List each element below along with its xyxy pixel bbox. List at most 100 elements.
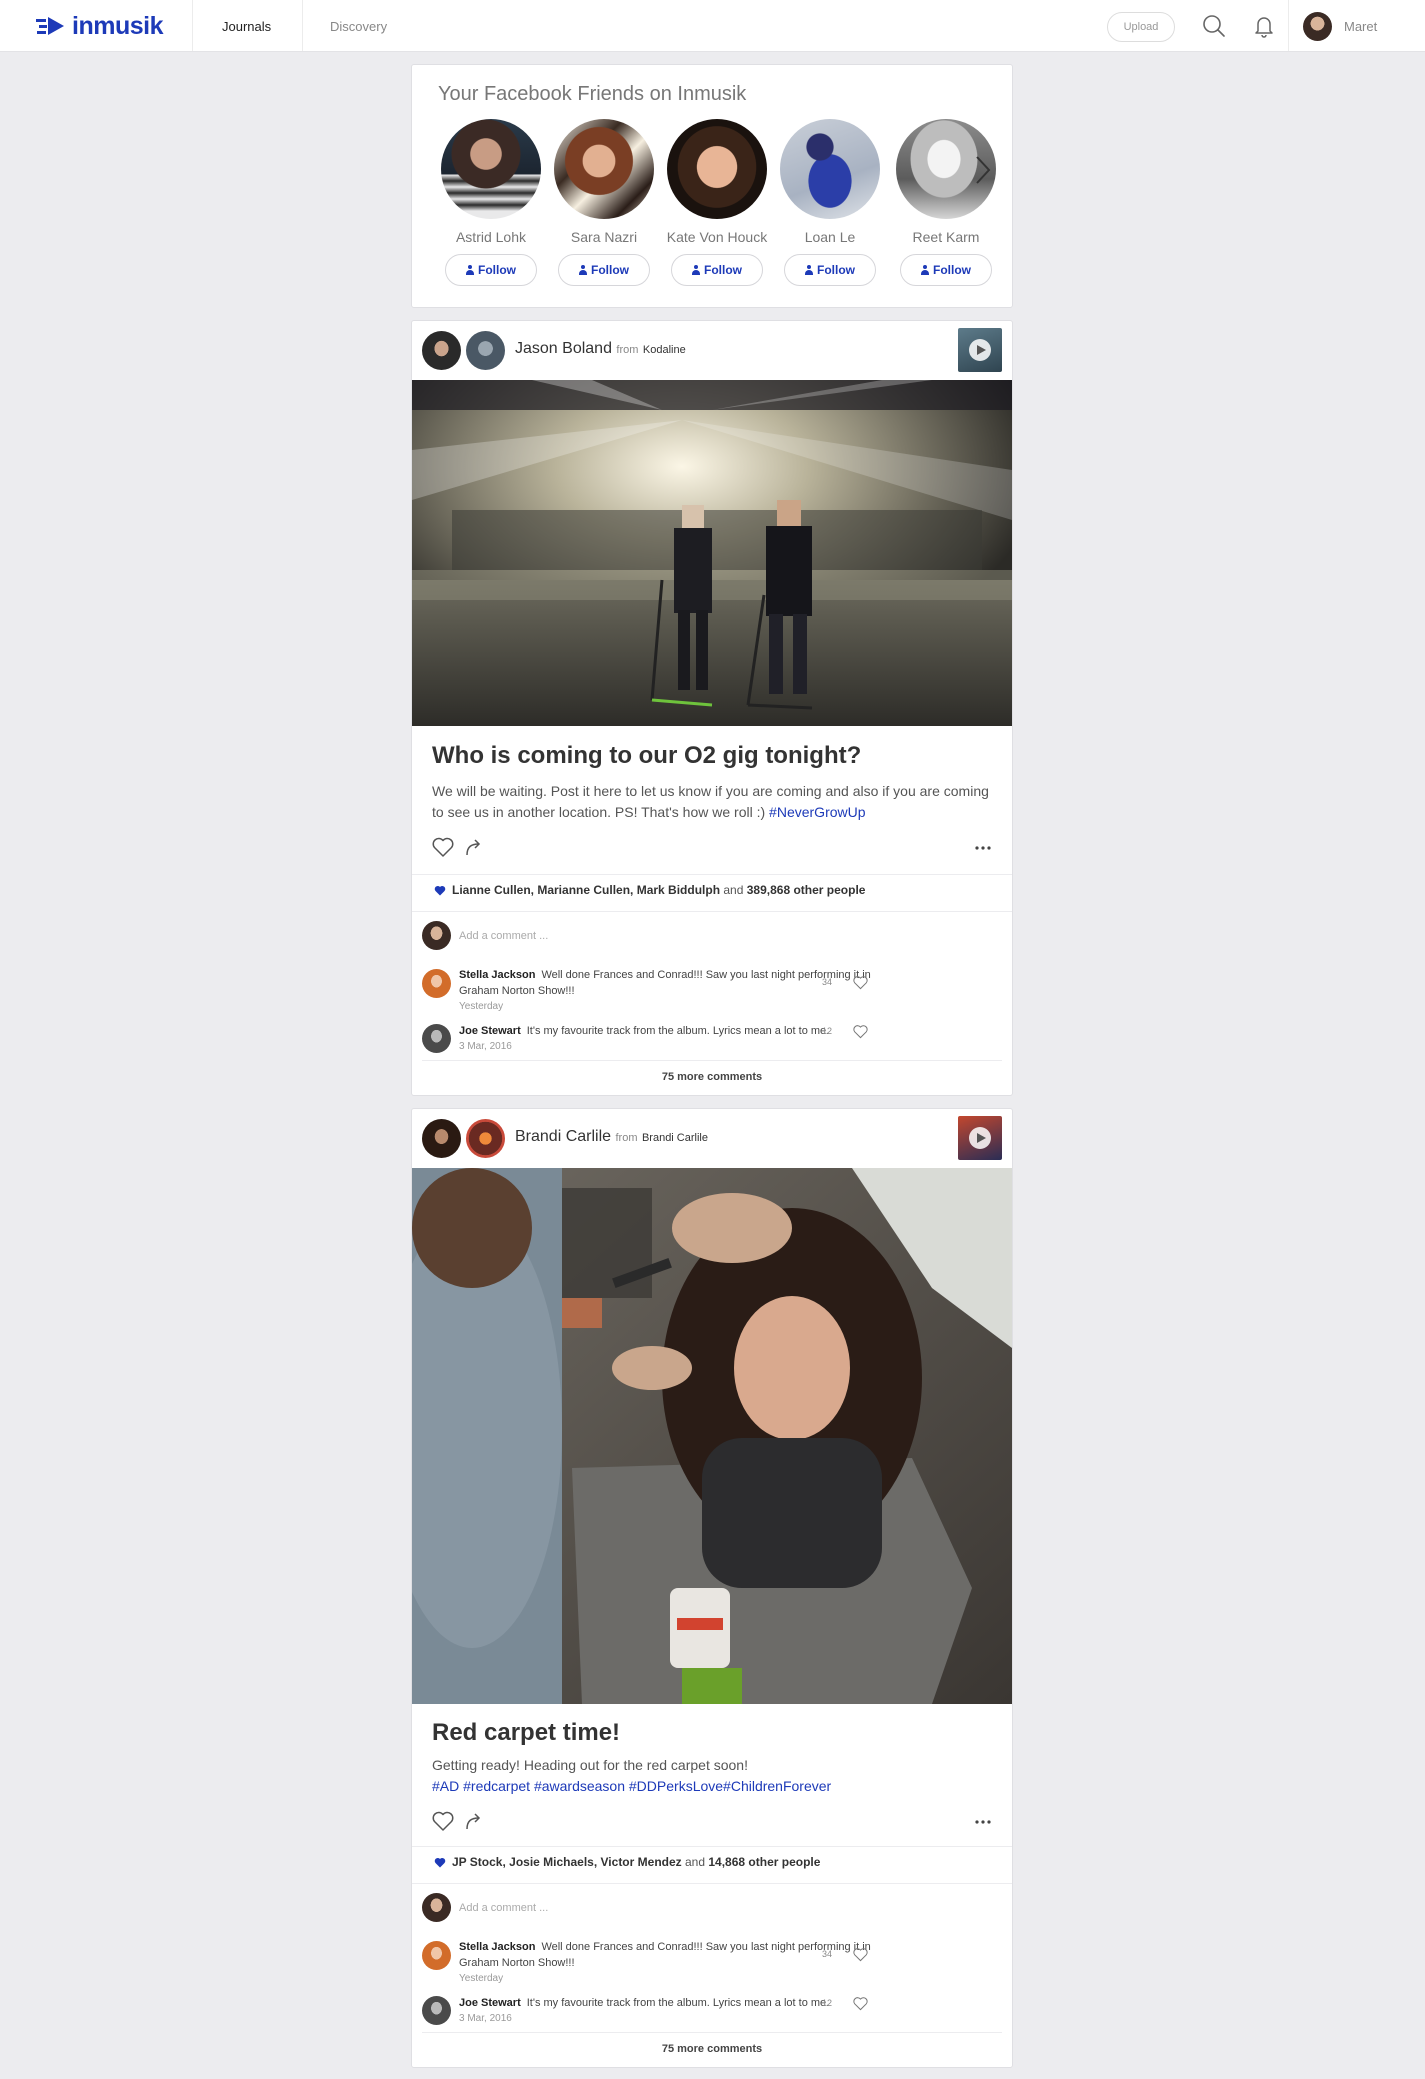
- author-avatar[interactable]: [422, 331, 461, 370]
- facebook-friends-card: Your Facebook Friends on Inmusik Astrid …: [411, 64, 1013, 308]
- heart-icon[interactable]: [431, 835, 455, 859]
- comment-author[interactable]: Joe Stewart: [459, 1997, 521, 2009]
- friend-name[interactable]: Astrid Lohk: [436, 229, 546, 245]
- divider: [412, 1883, 1012, 1884]
- makeup-photo: [412, 1168, 1012, 1704]
- comment-text: It's my favourite track from the album. …: [526, 1997, 830, 2009]
- follow-button[interactable]: Follow: [445, 254, 537, 286]
- likes-summary[interactable]: Lianne Cullen, Marianne Cullen, Mark Bid…: [434, 883, 865, 897]
- comment-author[interactable]: Stella Jackson: [459, 1941, 535, 1953]
- comment-time: 3 Mar, 2016: [459, 2013, 512, 2024]
- person-icon: [805, 265, 813, 275]
- commenter-avatar[interactable]: [422, 1996, 451, 2025]
- friend-avatar[interactable]: [667, 119, 767, 219]
- comment-time: Yesterday: [459, 1973, 504, 1984]
- friend-name[interactable]: Reet Karm: [891, 229, 1001, 245]
- post-body-text: We will be waiting. Post it here to let …: [432, 783, 989, 820]
- post-band-name[interactable]: Brandi Carlile: [642, 1132, 708, 1144]
- filled-heart-icon: [434, 1857, 446, 1867]
- commenter-avatar[interactable]: [422, 1024, 451, 1053]
- inmusik-logo[interactable]: inmusik: [36, 11, 163, 40]
- share-icon[interactable]: [462, 1809, 486, 1833]
- more-comments-link[interactable]: 75 more comments: [412, 2043, 1012, 2055]
- post-photo[interactable]: [412, 1168, 1012, 1704]
- person-icon: [466, 265, 474, 275]
- post-body: We will be waiting. Post it here to let …: [432, 781, 992, 823]
- follow-button[interactable]: Follow: [558, 254, 650, 286]
- user-avatar[interactable]: [1303, 12, 1332, 41]
- commenter-avatar[interactable]: [422, 1941, 451, 1970]
- follow-button[interactable]: Follow: [900, 254, 992, 286]
- comment-heart-icon[interactable]: [852, 1996, 869, 2011]
- friend-suggestion: Reet Karm Follow: [891, 119, 1001, 286]
- friend-suggestion: Sara Nazri Follow: [549, 119, 659, 286]
- friend-avatar[interactable]: [554, 119, 654, 219]
- commenter-avatar[interactable]: [422, 969, 451, 998]
- post-hashtags[interactable]: #AD #redcarpet #awardseason #DDPerksLove…: [432, 1778, 831, 1794]
- comment-like-count: 34: [822, 1949, 833, 1959]
- post-author-line: Jason Boland from Kodaline: [515, 340, 686, 358]
- nav-divider: [1288, 0, 1289, 51]
- search-icon[interactable]: [1202, 14, 1226, 38]
- friend-name[interactable]: Sara Nazri: [549, 229, 659, 245]
- comment-like-count: 12: [822, 1026, 833, 1036]
- band-avatar[interactable]: [466, 1119, 505, 1158]
- current-user-avatar: [422, 921, 451, 950]
- follow-button[interactable]: Follow: [784, 254, 876, 286]
- comment-heart-icon[interactable]: [852, 1024, 869, 1039]
- author-avatar[interactable]: [422, 1119, 461, 1158]
- journal-post: Jason Boland from Kodaline Who is coming…: [411, 320, 1013, 1096]
- person-icon: [579, 265, 587, 275]
- follow-label: Follow: [704, 263, 742, 277]
- follow-label: Follow: [817, 263, 855, 277]
- journal-post: Brandi Carlile from Brandi Carlile Red c…: [411, 1108, 1013, 2068]
- friend-name[interactable]: Kate Von Houck: [662, 229, 772, 245]
- comment-heart-icon[interactable]: [852, 1947, 869, 1962]
- person-icon: [921, 265, 929, 275]
- play-icon: [969, 1127, 991, 1149]
- video-thumbnail[interactable]: [958, 1116, 1002, 1160]
- post-photo[interactable]: [412, 380, 1012, 726]
- add-comment-input[interactable]: Add a comment ...: [459, 1902, 548, 1914]
- more-options-icon[interactable]: [975, 1820, 991, 1824]
- comment-author[interactable]: Stella Jackson: [459, 969, 535, 981]
- nav-divider: [302, 0, 303, 51]
- post-author-name[interactable]: Jason Boland: [515, 340, 612, 357]
- post-author-name[interactable]: Brandi Carlile: [515, 1128, 611, 1145]
- logo-text: inmusik: [72, 11, 163, 40]
- bell-icon[interactable]: [1252, 14, 1276, 38]
- band-avatar[interactable]: [466, 331, 505, 370]
- comment-heart-icon[interactable]: [852, 975, 869, 990]
- chevron-right-icon[interactable]: [973, 155, 993, 185]
- comment-author[interactable]: Joe Stewart: [459, 1025, 521, 1037]
- heart-icon[interactable]: [431, 1809, 455, 1833]
- likes-summary[interactable]: JP Stock, Josie Michaels, Victor Mendez …: [434, 1855, 820, 1869]
- user-name[interactable]: Maret: [1344, 19, 1377, 34]
- upload-button[interactable]: Upload: [1107, 12, 1175, 42]
- post-author-line: Brandi Carlile from Brandi Carlile: [515, 1128, 708, 1146]
- play-icon: [969, 339, 991, 361]
- more-comments-link[interactable]: 75 more comments: [412, 1071, 1012, 1083]
- post-title: Who is coming to our O2 gig tonight?: [432, 742, 862, 769]
- comment: Stella Jackson Well done Frances and Conr…: [459, 1939, 889, 1987]
- follow-button[interactable]: Follow: [671, 254, 763, 286]
- divider: [412, 874, 1012, 875]
- share-icon[interactable]: [462, 835, 486, 859]
- post-band-name[interactable]: Kodaline: [643, 344, 686, 356]
- more-options-icon[interactable]: [975, 846, 991, 850]
- add-comment-input[interactable]: Add a comment ...: [459, 930, 548, 942]
- nav-discovery[interactable]: Discovery: [330, 19, 387, 34]
- follow-label: Follow: [591, 263, 629, 277]
- friend-avatar[interactable]: [441, 119, 541, 219]
- likes-and: and: [723, 883, 744, 897]
- post-body: Getting ready! Heading out for the red c…: [432, 1755, 992, 1797]
- nav-journals[interactable]: Journals: [222, 19, 271, 34]
- person-icon: [692, 265, 700, 275]
- friend-avatar[interactable]: [780, 119, 880, 219]
- video-thumbnail[interactable]: [958, 328, 1002, 372]
- post-hashtags[interactable]: #NeverGrowUp: [769, 804, 865, 820]
- friend-suggestion: Astrid Lohk Follow: [436, 119, 546, 286]
- current-user-avatar: [422, 1893, 451, 1922]
- friend-name[interactable]: Loan Le: [775, 229, 885, 245]
- divider: [422, 2032, 1002, 2033]
